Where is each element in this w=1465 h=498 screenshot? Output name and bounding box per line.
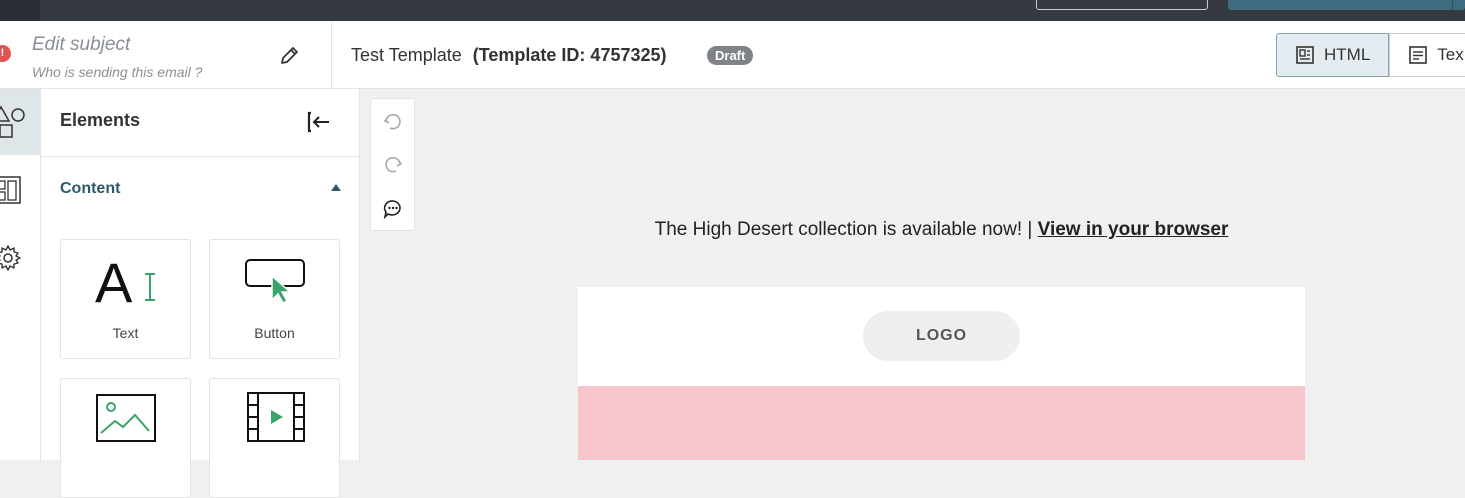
rail-elements[interactable] [0,89,41,155]
rail-layout[interactable] [0,157,41,223]
element-tile-image[interactable] [60,378,191,498]
history-toolbar [370,98,415,231]
caret-up-icon [331,184,341,191]
pencil-icon[interactable] [278,45,300,67]
subject-field[interactable]: Edit subject [32,34,130,56]
text-element-icon: A [95,251,155,310]
tile-label: Button [254,325,295,341]
email-header-block[interactable]: LOGO [578,287,1305,386]
html-layout-icon [1296,46,1314,64]
collapse-panel-icon[interactable] [307,109,333,135]
tab-text-label: Tex [1437,45,1464,64]
preheader: The High Desert collection is available … [578,219,1305,241]
panel-header: Elements [41,89,360,157]
element-tile-video[interactable] [209,378,340,498]
image-element-icon [96,394,156,442]
panel-title: Elements [60,110,141,130]
status-badge: Draft [707,46,754,65]
rail-settings[interactable] [0,225,41,291]
tab-text[interactable]: Tex [1389,33,1465,77]
secondary-action-button[interactable] [1036,0,1208,10]
template-id: (Template ID: 4757325) [472,45,667,65]
gear-icon [0,245,21,271]
button-element-icon [245,259,305,304]
element-tile-text[interactable]: A Text [60,239,191,359]
subject-bar: ! Edit subject Who is sending this email… [0,21,1465,89]
view-in-browser-link[interactable]: View in your browser [1038,219,1229,240]
undo-icon[interactable] [382,111,404,133]
error-badge: ! [0,45,11,62]
elements-panel: Elements Content A Text Button [41,89,360,498]
tile-label: Text [112,325,139,341]
top-bar [0,0,1465,21]
shapes-icon [0,105,25,138]
back-tab[interactable] [0,0,40,21]
tab-html[interactable]: HTML [1276,33,1390,77]
video-element-icon [247,392,305,442]
icon-rail [0,89,41,460]
primary-action-button[interactable] [1228,0,1465,10]
redo-icon[interactable] [382,154,404,176]
template-name: Test Template [351,45,462,65]
hero-block[interactable] [578,386,1305,460]
section-label: Content [60,180,121,197]
logo-placeholder[interactable]: LOGO [863,311,1020,361]
format-toggle: HTML Tex [1276,33,1465,77]
text-doc-icon [1409,46,1428,64]
svg-text:A: A [95,251,133,310]
template-title: Test Template (Template ID: 4757325) [351,45,667,66]
comment-icon[interactable] [382,198,404,220]
sender-field[interactable]: Who is sending this email ? [32,64,202,80]
layout-icon [0,176,21,204]
content-section-header[interactable]: Content [41,157,360,221]
tab-html-label: HTML [1324,45,1371,64]
subject-editor[interactable]: ! Edit subject Who is sending this email… [0,21,332,89]
element-tile-button[interactable]: Button [209,239,340,359]
preheader-text: The High Desert collection is available … [654,219,1033,240]
